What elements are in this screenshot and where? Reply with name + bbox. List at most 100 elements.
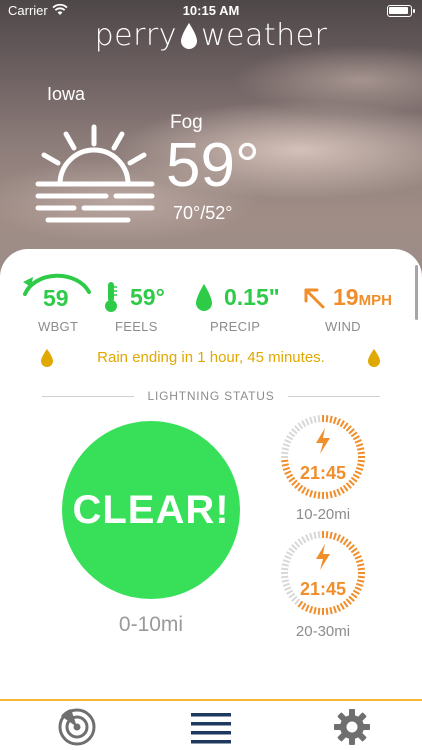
clear-status-text: CLEAR! [72,487,230,532]
timer-tick [332,532,337,541]
timer-tick [325,491,329,499]
timer-tick [313,415,317,423]
timer-tick [329,491,333,499]
timer-tick [282,443,291,448]
timer-tick [336,534,341,542]
timer-tick [345,425,352,432]
clear-range-label: 0-10mi [118,613,184,636]
timer-tick [339,420,345,428]
timer-tick [325,415,329,423]
timer-tick [348,544,355,551]
timer-range-label: 10-20mi [295,506,351,523]
timer-tick [281,451,289,455]
timer-tick [350,547,358,554]
timer-tick [354,439,362,444]
lightning-clear-indicator[interactable]: CLEAR! [62,421,240,599]
timer-tick [352,435,360,441]
timer-tick [297,538,304,546]
water-drop-logo-icon [180,22,197,49]
timer-tick [355,559,364,564]
timer-tick [336,488,341,496]
lightning-bolt-icon [316,428,330,454]
timer-tick [332,489,337,498]
brand-right: weather [200,18,328,53]
timer-tick [301,486,307,494]
timer-tick [305,604,310,612]
timer-tick [281,459,289,463]
raindrop-icon [196,284,212,311]
timer-tick [345,541,352,548]
timer-tick [350,431,358,438]
rain-message: Rain ending in 1 hour, 45 minutes. [97,349,325,366]
precip-value: 0.15" [224,284,280,310]
menu-icon [191,712,231,743]
lightning-timer-20-30[interactable]: 21:45 [280,530,366,616]
timer-tick [339,602,345,610]
wind-unit: MPH [358,292,392,309]
timer-tick [297,484,304,492]
timer-tick [357,563,365,567]
timer-tick [317,491,321,499]
timer-tick [288,431,296,438]
arrow-northwest-icon [304,288,325,309]
tab-menu[interactable] [161,701,261,750]
lightning-bolt-icon [316,544,330,570]
status-time: 10:15 AM [182,3,240,18]
timer-tick [286,551,294,557]
timer-tick [339,486,345,494]
timer-tick [329,607,333,615]
timer-tick [305,534,310,542]
timer-tick [352,551,360,557]
wind-label: WIND [325,319,361,334]
timer-tick [297,600,304,608]
timer-tick [357,451,365,455]
sunrise-fog-icon [35,124,155,223]
timer-tick [288,547,296,554]
timer-tick [281,575,289,579]
timer-tick [354,555,362,560]
location-name[interactable]: Iowa [47,84,85,105]
lightning-timer-10-20[interactable]: 21:45 [280,414,366,500]
timer-tick [281,447,289,451]
battery-icon [387,5,415,17]
scrollbar[interactable] [415,265,418,320]
timer-tick [342,538,349,546]
timer-tick [336,604,341,612]
timer-tick [313,491,317,499]
timer-tick [357,567,365,571]
feels-value: 59° [130,284,165,310]
timer-tick [294,541,301,548]
timer-tick [284,555,292,560]
timer-tick [309,416,314,425]
gear-icon [334,708,370,745]
timer-tick [291,428,298,435]
timer-tick [342,600,349,608]
timer-tick [305,418,310,426]
tab-radar[interactable] [27,701,127,750]
timer-tick [281,567,289,571]
timer-tick [342,422,349,430]
timer-tick [329,415,333,423]
timer-tick [339,536,345,544]
timer-tick [309,489,314,498]
timer-time: 21:45 [299,579,347,599]
timer-tick [297,422,304,430]
timer-tick [329,531,333,539]
timer-tick [301,420,307,428]
timer-tick [309,605,314,614]
timer-tick [348,428,355,435]
timer-tick [313,607,317,615]
timer-tick [305,488,310,496]
timer-tick [342,484,349,492]
timer-tick [284,439,292,444]
brand-left: perry [94,18,177,53]
timer-tick [301,602,307,610]
tab-settings[interactable] [302,701,402,750]
timer-range-label: 20-30mi [295,623,351,640]
wind-speed: 19 [333,284,359,310]
timer-tick [317,531,321,539]
timer-tick [357,459,365,463]
tab-bar [0,699,422,750]
timer-time: 21:45 [299,463,347,483]
timer-tick [332,605,337,614]
